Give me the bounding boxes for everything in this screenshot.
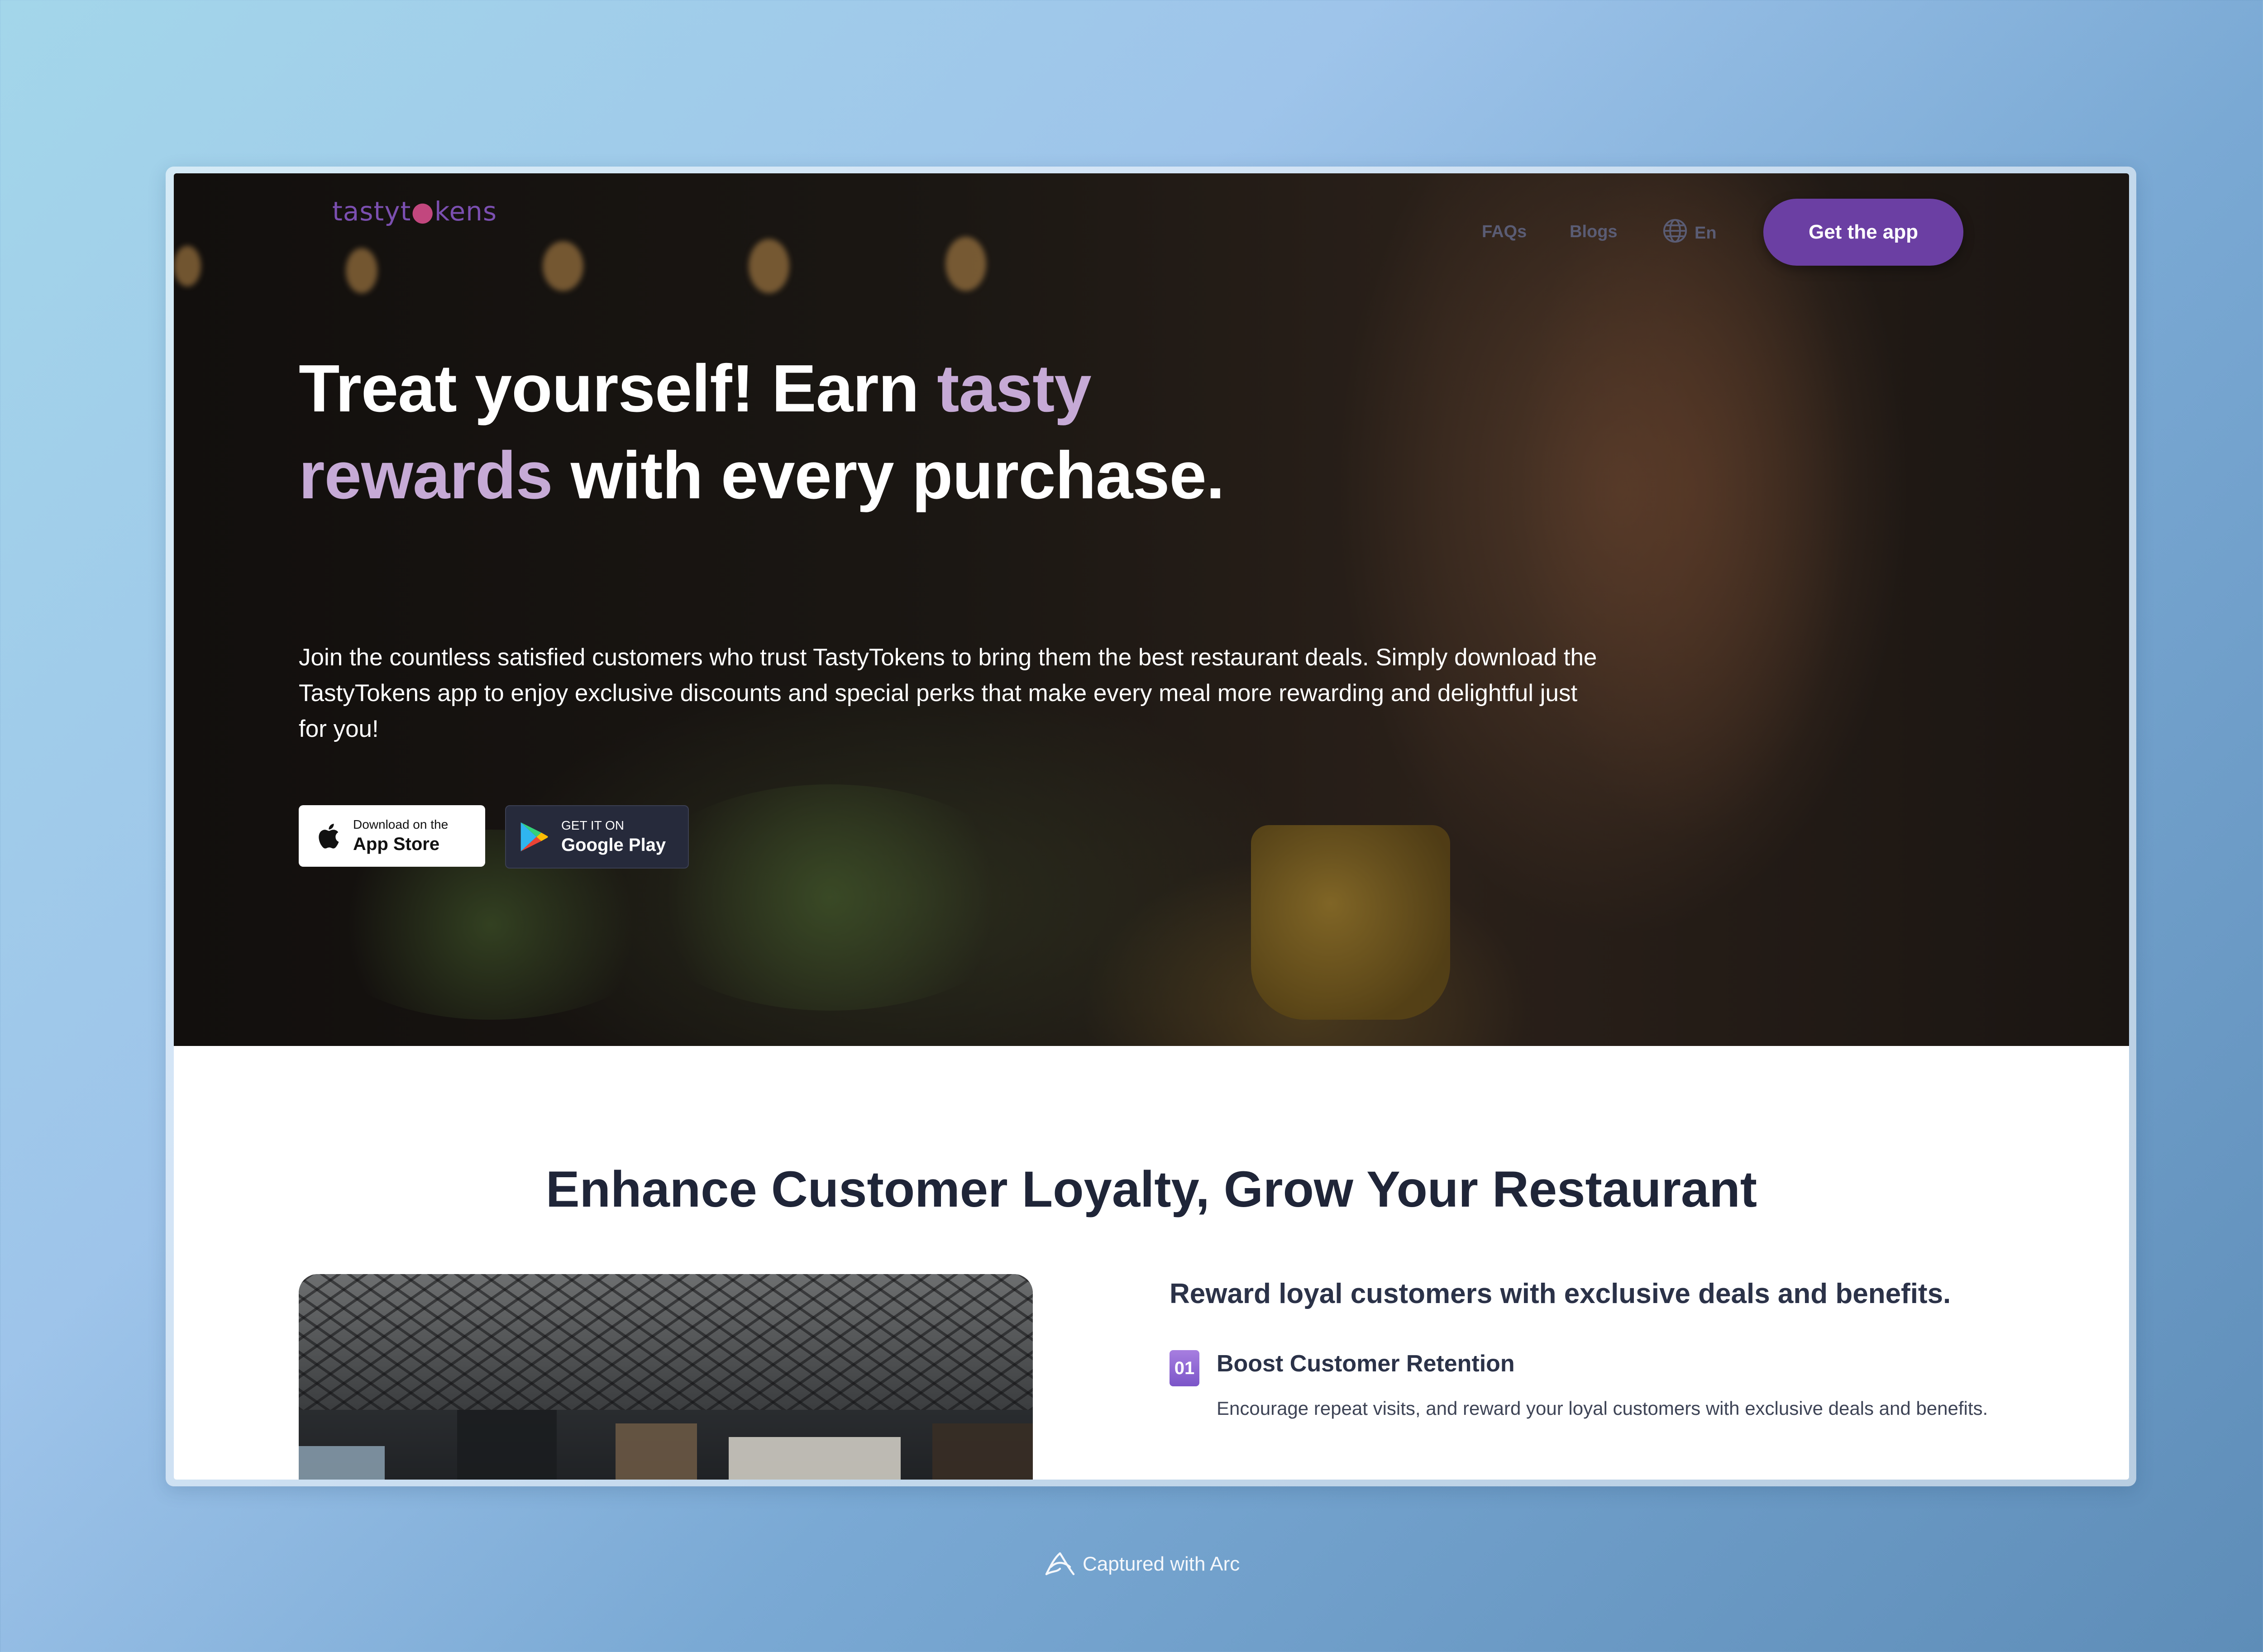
arc-capture-credit: Captured with Arc xyxy=(1044,1551,1240,1578)
hero-headline: Treat yourself! Earn tasty rewards with … xyxy=(299,345,1294,519)
bokeh-light xyxy=(174,246,201,286)
menu-board xyxy=(457,1410,557,1480)
headline-part-1: Treat yourself! Earn xyxy=(299,351,937,426)
logo-token-icon: ● xyxy=(411,196,434,227)
bokeh-light xyxy=(346,248,377,293)
nav-link-blogs[interactable]: Blogs xyxy=(1570,222,1618,242)
logo-text-end: kens xyxy=(434,196,497,227)
arc-logo-icon xyxy=(1044,1551,1076,1578)
language-selector[interactable]: En xyxy=(1662,218,1717,248)
back-wall xyxy=(932,1423,1033,1480)
apple-icon xyxy=(315,821,340,850)
step-number-badge: 01 xyxy=(1170,1350,1199,1386)
logo-text-start: tastyt xyxy=(332,196,411,227)
google-play-button[interactable]: GET IT ON Google Play xyxy=(505,805,689,869)
page-viewport: tastyt●kens FAQs Blogs En Get the app Tr… xyxy=(174,173,2129,1480)
language-label: En xyxy=(1695,223,1717,243)
headline-part-2: with every purchase. xyxy=(552,438,1225,513)
google-play-label: Google Play xyxy=(561,835,666,855)
hero-background-photo xyxy=(1450,173,1948,1046)
globe-icon xyxy=(1662,218,1688,248)
bar-shelf xyxy=(616,1423,697,1480)
restaurant-photo xyxy=(299,1274,1033,1480)
google-play-icon xyxy=(520,821,549,853)
window-area xyxy=(299,1446,385,1480)
ceiling-net xyxy=(299,1274,1033,1410)
bokeh-light xyxy=(749,239,789,293)
yellow-mug xyxy=(1251,825,1450,1020)
app-store-label: App Store xyxy=(353,834,440,854)
get-the-app-button[interactable]: Get the app xyxy=(1763,199,1963,266)
section-title: Enhance Customer Loyalty, Grow Your Rest… xyxy=(545,1161,1757,1218)
arc-credit-text: Captured with Arc xyxy=(1083,1553,1240,1575)
app-store-small-label: Download on the xyxy=(353,817,449,831)
bokeh-light xyxy=(945,237,986,291)
bar-counter xyxy=(729,1437,901,1480)
hero-section: tastyt●kens FAQs Blogs En Get the app Tr… xyxy=(174,173,2129,1046)
step-description: Encourage repeat visits, and reward your… xyxy=(1217,1398,1988,1419)
tastytokens-logo[interactable]: tastyt●kens xyxy=(332,196,497,227)
section-subheading: Reward loyal customers with exclusive de… xyxy=(1170,1278,1951,1309)
step-title: Boost Customer Retention xyxy=(1217,1351,1515,1377)
google-play-small-label: GET IT ON xyxy=(561,818,624,832)
app-store-button[interactable]: Download on the App Store xyxy=(299,805,485,867)
browser-frame: tastyt●kens FAQs Blogs En Get the app Tr… xyxy=(166,167,2136,1486)
hero-description: Join the countless satisfied customers w… xyxy=(299,644,1597,742)
bokeh-light xyxy=(543,241,583,291)
nav-link-faqs[interactable]: FAQs xyxy=(1482,222,1527,242)
